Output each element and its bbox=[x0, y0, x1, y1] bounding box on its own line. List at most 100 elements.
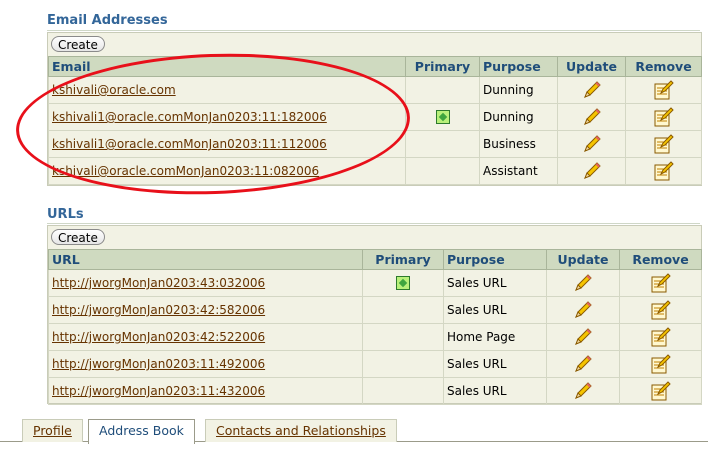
primary-cell bbox=[405, 157, 480, 185]
email-panel: Create Email Primary Purpose Update Remo… bbox=[47, 32, 702, 186]
notepad-icon[interactable] bbox=[653, 107, 675, 127]
url-link[interactable]: http://jworgMonJan0203:43:032006 bbox=[52, 276, 265, 290]
url-panel: Create URL Primary Purpose Update Remove… bbox=[47, 225, 702, 405]
create-url-button[interactable]: Create bbox=[51, 229, 105, 245]
update-cell bbox=[557, 130, 626, 158]
pencil-icon[interactable] bbox=[572, 300, 594, 320]
email-link[interactable]: kshivali1@oracle.comMonJan0203:11:112006 bbox=[52, 137, 327, 151]
primary-check-icon bbox=[396, 276, 410, 291]
email-table: Email Primary Purpose Update Remove kshi… bbox=[48, 56, 702, 185]
col-remove: Remove bbox=[625, 56, 702, 77]
tab-profile[interactable]: Profile bbox=[22, 419, 83, 442]
pencil-icon[interactable] bbox=[572, 381, 594, 401]
url-link[interactable]: http://jworgMonJan0203:42:522006 bbox=[52, 330, 265, 344]
url-link[interactable]: http://jworgMonJan0203:42:582006 bbox=[52, 303, 265, 317]
notepad-icon[interactable] bbox=[650, 381, 672, 401]
update-cell bbox=[546, 269, 620, 297]
url-section-title: URLs bbox=[47, 207, 84, 222]
col-update: Update bbox=[546, 249, 620, 270]
primary-cell bbox=[362, 296, 444, 324]
remove-cell bbox=[619, 269, 702, 297]
email-section-title: Email Addresses bbox=[47, 13, 168, 28]
email-row: kshivali1@oracle.comMonJan0203:11:112006… bbox=[48, 130, 702, 158]
pencil-icon[interactable] bbox=[572, 273, 594, 293]
url-cell: http://jworgMonJan0203:42:582006 bbox=[48, 296, 363, 324]
tab-contacts-relationships[interactable]: Contacts and Relationships bbox=[205, 419, 397, 442]
remove-cell bbox=[619, 323, 702, 351]
url-cell: http://jworgMonJan0203:42:522006 bbox=[48, 323, 363, 351]
remove-cell bbox=[625, 103, 702, 131]
remove-cell bbox=[619, 350, 702, 378]
purpose-cell: Sales URL bbox=[443, 296, 547, 324]
url-section-divider bbox=[47, 223, 700, 224]
email-row: kshivali1@oracle.comMonJan0203:11:182006… bbox=[48, 103, 702, 131]
purpose-cell: Dunning bbox=[479, 76, 558, 104]
pencil-icon[interactable] bbox=[581, 134, 603, 154]
update-cell bbox=[557, 157, 626, 185]
primary-cell bbox=[362, 377, 444, 405]
notepad-icon[interactable] bbox=[653, 134, 675, 154]
email-cell: kshivali@oracle.com bbox=[48, 76, 406, 104]
email-link[interactable]: kshivali@oracle.comMonJan0203:11:082006 bbox=[52, 164, 319, 178]
primary-check-icon bbox=[435, 110, 450, 125]
update-cell bbox=[546, 350, 620, 378]
notepad-icon[interactable] bbox=[650, 354, 672, 374]
email-row: kshivali@oracle.comMonJan0203:11:082006 A… bbox=[48, 157, 702, 185]
email-row: kshivali@oracle.com Dunning bbox=[48, 76, 702, 104]
col-email[interactable]: Email bbox=[48, 56, 406, 77]
url-cell: http://jworgMonJan0203:11:432006 bbox=[48, 377, 363, 405]
update-cell bbox=[557, 76, 626, 104]
col-remove: Remove bbox=[619, 249, 702, 270]
col-purpose: Purpose bbox=[479, 56, 558, 77]
col-purpose: Purpose bbox=[443, 249, 547, 270]
update-cell bbox=[546, 296, 620, 324]
notepad-icon[interactable] bbox=[653, 80, 675, 100]
purpose-cell: Home Page bbox=[443, 323, 547, 351]
primary-cell bbox=[405, 76, 480, 104]
notepad-icon[interactable] bbox=[650, 327, 672, 347]
col-update: Update bbox=[557, 56, 626, 77]
email-table-header: Email Primary Purpose Update Remove bbox=[48, 56, 702, 77]
purpose-cell: Dunning bbox=[479, 103, 558, 131]
email-section-divider bbox=[47, 30, 700, 31]
tab-bar: Profile Address Book Contacts and Relati… bbox=[0, 419, 708, 445]
url-cell: http://jworgMonJan0203:43:032006 bbox=[48, 269, 363, 297]
email-link[interactable]: kshivali@oracle.com bbox=[52, 83, 176, 97]
url-table: URL Primary Purpose Update Remove http:/… bbox=[48, 249, 702, 405]
pencil-icon[interactable] bbox=[572, 327, 594, 347]
remove-cell bbox=[625, 130, 702, 158]
url-link[interactable]: http://jworgMonJan0203:11:432006 bbox=[52, 384, 265, 398]
remove-cell bbox=[625, 157, 702, 185]
update-cell bbox=[557, 103, 626, 131]
url-row: http://jworgMonJan0203:11:492006 Sales UR… bbox=[48, 350, 702, 378]
email-link[interactable]: kshivali1@oracle.comMonJan0203:11:182006 bbox=[52, 110, 327, 124]
purpose-cell: Assistant bbox=[479, 157, 558, 185]
url-link[interactable]: http://jworgMonJan0203:11:492006 bbox=[52, 357, 265, 371]
primary-cell bbox=[362, 269, 444, 297]
primary-cell bbox=[405, 130, 480, 158]
update-cell bbox=[546, 377, 620, 405]
url-table-header: URL Primary Purpose Update Remove bbox=[48, 249, 702, 270]
tab-address-book[interactable]: Address Book bbox=[88, 419, 195, 444]
url-row: http://jworgMonJan0203:43:032006 Sales UR… bbox=[48, 269, 702, 297]
col-primary: Primary bbox=[405, 56, 480, 77]
url-cell: http://jworgMonJan0203:11:492006 bbox=[48, 350, 363, 378]
primary-cell bbox=[362, 350, 444, 378]
notepad-icon[interactable] bbox=[650, 273, 672, 293]
col-url[interactable]: URL bbox=[48, 249, 363, 270]
primary-cell bbox=[362, 323, 444, 351]
notepad-icon[interactable] bbox=[653, 161, 675, 181]
pencil-icon[interactable] bbox=[572, 354, 594, 374]
url-row: http://jworgMonJan0203:42:522006 Home Pag… bbox=[48, 323, 702, 351]
create-email-button[interactable]: Create bbox=[51, 36, 105, 52]
remove-cell bbox=[619, 377, 702, 405]
url-row: http://jworgMonJan0203:42:582006 Sales UR… bbox=[48, 296, 702, 324]
pencil-icon[interactable] bbox=[581, 161, 603, 181]
pencil-icon[interactable] bbox=[581, 80, 603, 100]
remove-cell bbox=[625, 76, 702, 104]
email-cell: kshivali1@oracle.comMonJan0203:11:112006 bbox=[48, 130, 406, 158]
pencil-icon[interactable] bbox=[581, 107, 603, 127]
primary-cell bbox=[405, 103, 480, 131]
purpose-cell: Business bbox=[479, 130, 558, 158]
notepad-icon[interactable] bbox=[650, 300, 672, 320]
